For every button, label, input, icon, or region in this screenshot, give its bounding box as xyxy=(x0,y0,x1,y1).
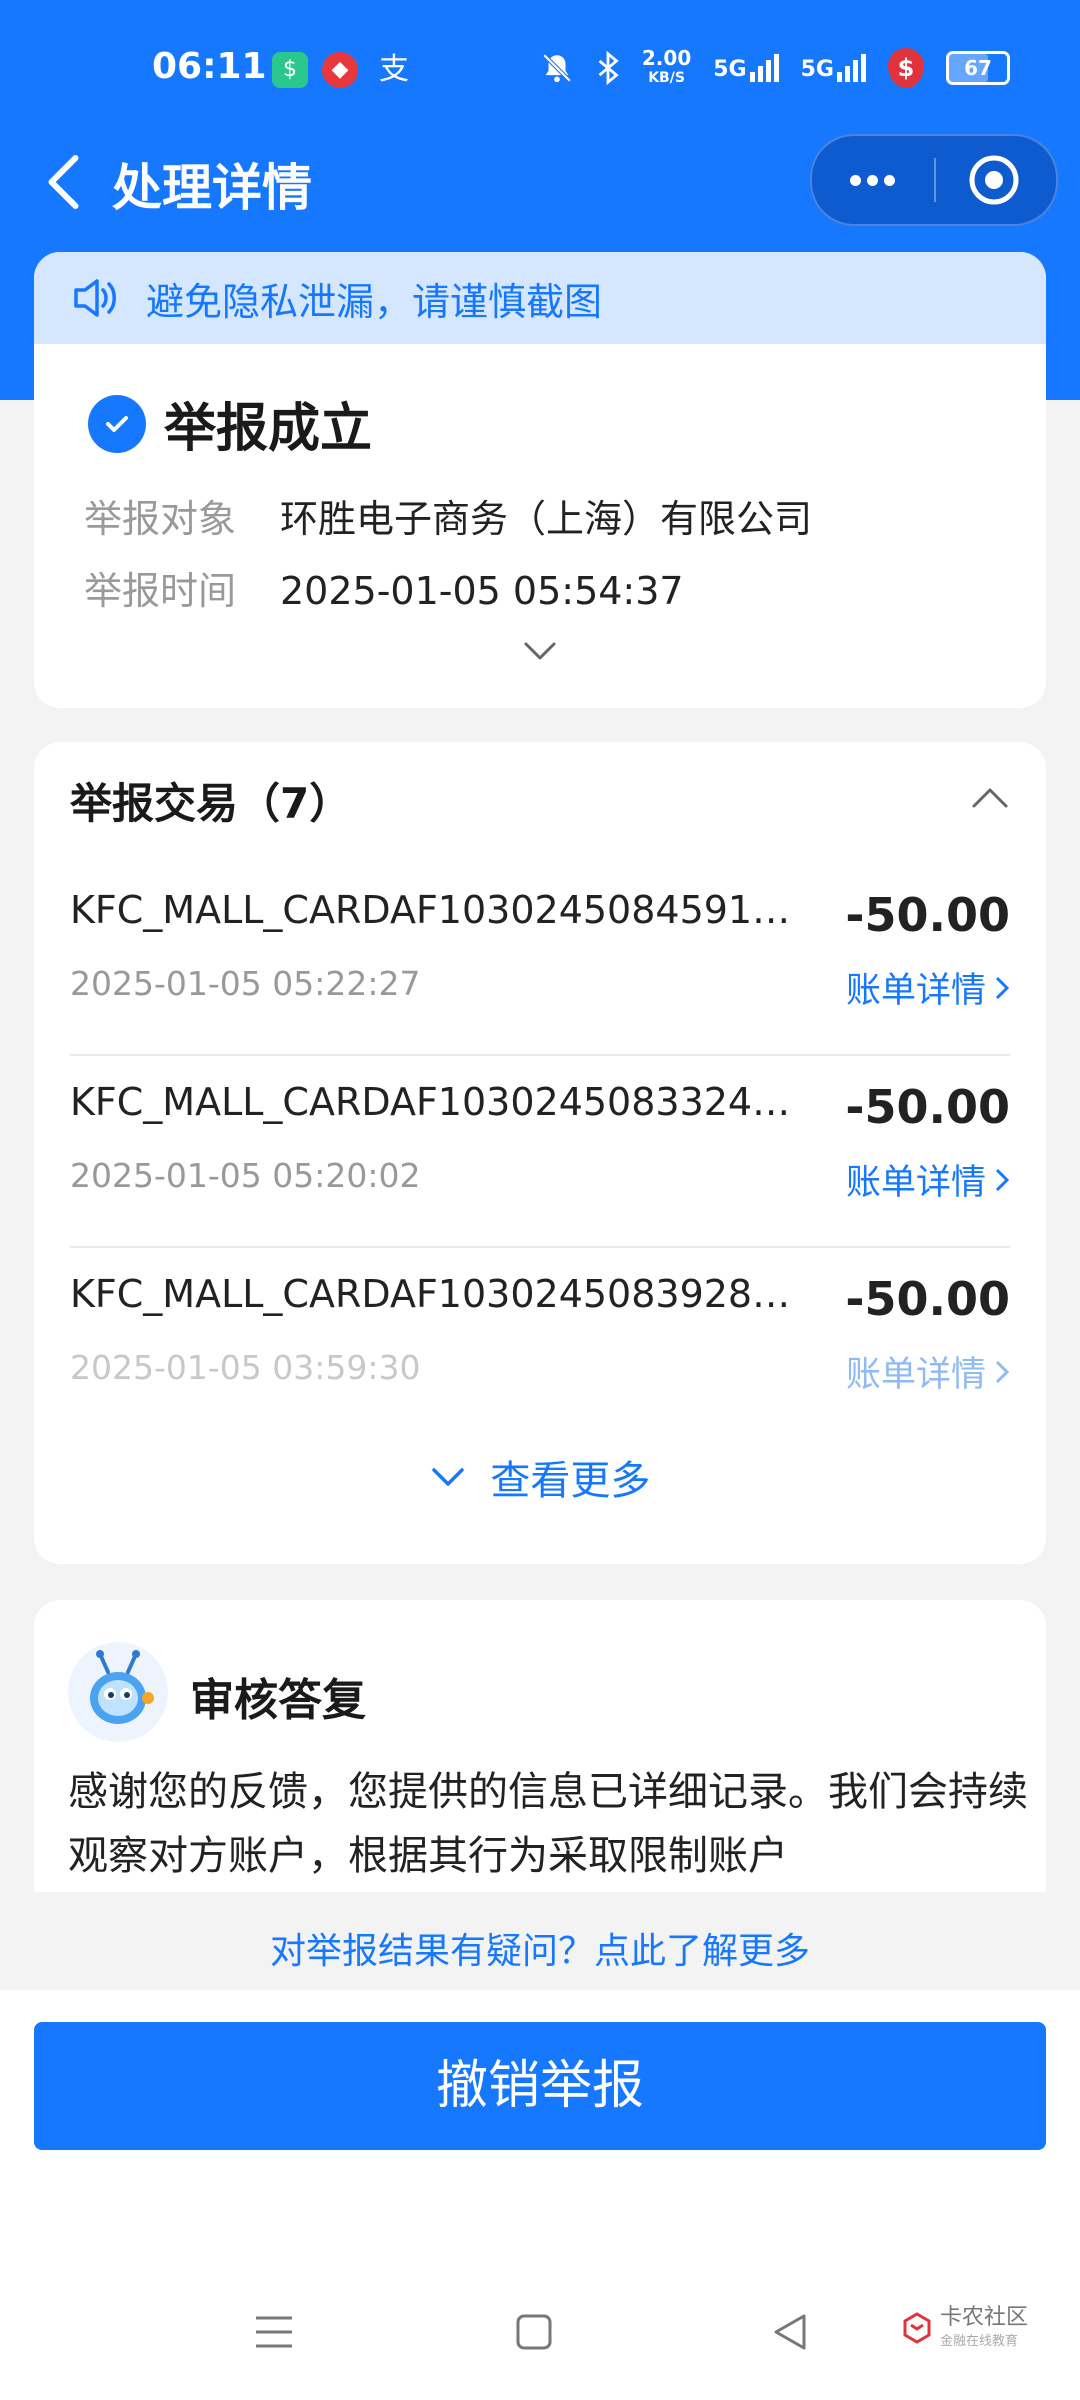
assistant-avatar xyxy=(68,1642,168,1742)
status-bar: 06:11 $ ◆ 支 2.00 KB/S 5G 5G $ 67 xyxy=(0,0,1080,130)
privacy-notice-text: 避免隐私泄漏，请谨慎截图 xyxy=(146,279,603,324)
navigation-bar: 处理详情 xyxy=(0,130,1080,230)
report-time-label: 举报时间 xyxy=(84,569,237,613)
speaker-icon xyxy=(74,279,116,317)
chevron-down-icon[interactable] xyxy=(520,636,560,666)
review-card: 审核答复 感谢您的反馈，您提供的信息已详细记录。我们会持续观察对方账户，根据其行… xyxy=(34,1600,1046,1892)
chevron-up-icon[interactable] xyxy=(970,784,1010,812)
review-title: 审核答复 xyxy=(190,1675,366,1726)
battery-icon: 67 xyxy=(946,51,1010,85)
see-more-button[interactable]: 查看更多 xyxy=(34,1448,1046,1506)
transaction-amount: -50.00 xyxy=(845,1272,1010,1326)
back-triangle-icon[interactable] xyxy=(770,2310,810,2354)
signal-icon: 5G xyxy=(801,54,866,82)
bill-detail-link[interactable]: 账单详情 xyxy=(846,1154,1010,1205)
transaction-time: 2025-01-05 05:22:27 xyxy=(70,964,421,1003)
check-circle-icon xyxy=(88,394,146,453)
transaction-row[interactable]: KFC_MALL_CARDAF103024508332459... -50.00… xyxy=(70,1056,1010,1248)
bill-detail-link[interactable]: 账单详情 xyxy=(846,962,1010,1013)
transaction-time: 2025-01-05 05:20:02 xyxy=(70,1156,421,1195)
signal-icon: 5G xyxy=(713,54,779,82)
notification-app-icon: $ xyxy=(272,52,308,88)
menu-icon[interactable] xyxy=(254,2310,294,2354)
bluetooth-icon xyxy=(598,51,619,85)
chevron-right-icon xyxy=(995,976,1010,999)
page-title: 处理详情 xyxy=(112,159,312,217)
result-status: 举报成立 xyxy=(164,399,373,459)
report-time-row: 举报时间 2025-01-05 05:54:37 xyxy=(84,560,684,615)
chevron-right-icon xyxy=(995,1360,1010,1383)
chevron-right-icon xyxy=(995,1168,1010,1191)
notification-app-icon: ◆ xyxy=(322,52,358,88)
transaction-name: KFC_MALL_CARDAF103024508332459... xyxy=(70,1080,810,1124)
transaction-row[interactable]: KFC_MALL_CARDAF103024508392856... -50.00… xyxy=(70,1248,1010,1440)
watermark-subtitle: 金融在线教育 xyxy=(940,2334,1019,2349)
transaction-name: KFC_MALL_CARDAF103024508392856... xyxy=(70,1272,810,1316)
chevron-down-icon xyxy=(431,1468,464,1486)
result-header: 举报成立 xyxy=(88,386,372,461)
miniprogram-capsule xyxy=(810,134,1058,226)
transaction-amount: -50.00 xyxy=(845,888,1010,942)
watermark: 卡农社区 金融在线教育 xyxy=(900,2306,1028,2349)
transaction-name: KFC_MALL_CARDAF103024508459126... xyxy=(70,888,810,932)
back-arrow-icon[interactable] xyxy=(38,152,92,212)
result-card: 避免隐私泄漏，请谨慎截图 举报成立 举报对象 环胜电子商务（上海）有限公司 举报时… xyxy=(34,252,1046,708)
home-icon[interactable] xyxy=(514,2310,554,2354)
report-target-row: 举报对象 环胜电子商务（上海）有限公司 xyxy=(84,488,812,543)
close-miniprogram-icon[interactable] xyxy=(968,154,1020,206)
transaction-amount: -50.00 xyxy=(845,1080,1010,1134)
transactions-card: 举报交易（7） KFC_MALL_CARDAF103024508459126..… xyxy=(34,742,1046,1564)
report-time-value: 2025-01-05 05:54:37 xyxy=(280,569,684,613)
watermark-logo-icon xyxy=(903,2311,931,2344)
cancel-report-button[interactable]: 撤销举报 xyxy=(34,2022,1046,2150)
alipay-icon: 支 xyxy=(379,52,409,87)
status-time: 06:11 xyxy=(152,46,267,87)
watermark-title: 卡农社区 xyxy=(940,2305,1029,2330)
privacy-notice: 避免隐私泄漏，请谨慎截图 xyxy=(34,252,1046,344)
review-body: 感谢您的反馈，您提供的信息已详细记录。我们会持续观察对方账户，根据其行为采取限制… xyxy=(68,1769,1028,1879)
capsule-divider xyxy=(934,158,936,202)
transaction-time: 2025-01-05 03:59:30 xyxy=(70,1348,421,1387)
bell-mute-icon xyxy=(542,53,572,83)
report-target-label: 举报对象 xyxy=(84,497,237,541)
transactions-title: 举报交易（7） xyxy=(70,779,352,828)
bill-detail-link[interactable]: 账单详情 xyxy=(846,1346,1010,1397)
report-doubt-link[interactable]: 对举报结果有疑问？点此了解更多 xyxy=(0,1922,1080,1974)
network-speed: 2.00 KB/S xyxy=(641,46,692,86)
report-target-value: 环胜电子商务（上海）有限公司 xyxy=(280,497,813,541)
transaction-row[interactable]: KFC_MALL_CARDAF103024508459126... -50.00… xyxy=(70,864,1010,1056)
more-menu-button[interactable] xyxy=(812,136,932,224)
money-app-icon: $ xyxy=(888,48,924,88)
